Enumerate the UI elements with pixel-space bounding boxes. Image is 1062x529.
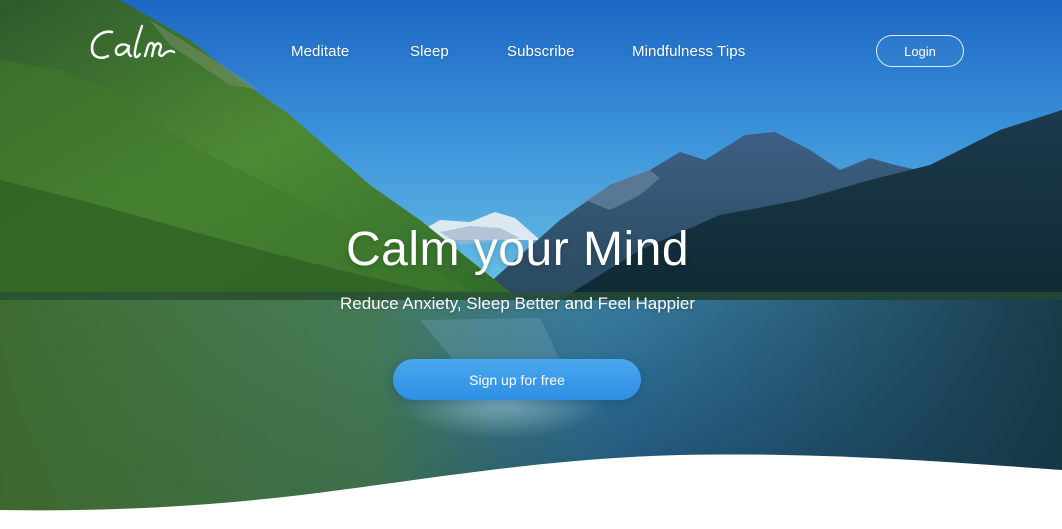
hero-subtitle: Reduce Anxiety, Sleep Better and Feel Ha… (339, 294, 695, 313)
login-button[interactable]: Login (876, 35, 964, 67)
top-navigation: Meditate Sleep Subscribe Mindfulness Tip… (0, 0, 1062, 104)
landing-page: Meditate Sleep Subscribe Mindfulness Tip… (0, 0, 1062, 529)
nav-link-meditate[interactable]: Meditate (291, 43, 349, 60)
nav-link-sleep[interactable]: Sleep (410, 43, 449, 60)
sign-up-button[interactable]: Sign up for free (393, 359, 641, 400)
nav-link-mindfulness-tips[interactable]: Mindfulness Tips (632, 43, 745, 60)
hero-title: Calm your Mind (345, 223, 690, 276)
nav-link-subscribe[interactable]: Subscribe (507, 43, 575, 60)
